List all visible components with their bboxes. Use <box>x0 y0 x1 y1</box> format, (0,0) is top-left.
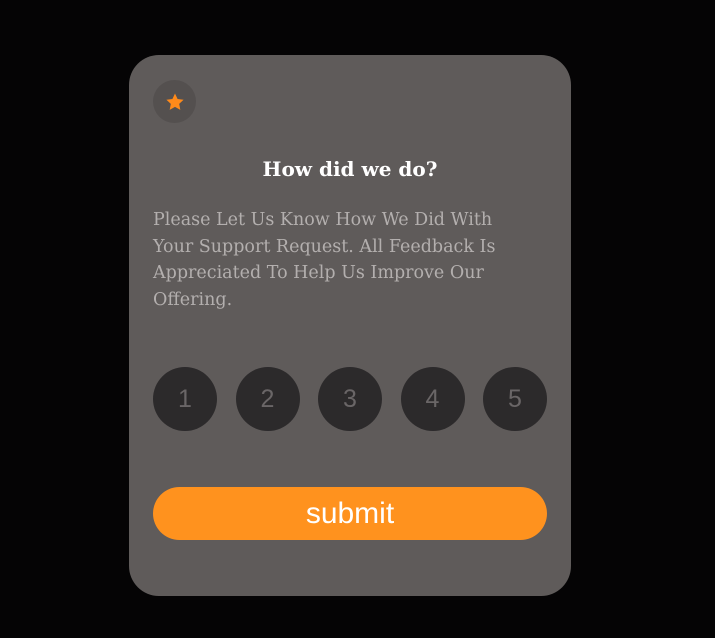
rating-button-4[interactable]: 4 <box>400 367 465 431</box>
submit-button[interactable]: submit <box>153 487 547 540</box>
rating-card: How did we do? Please Let Us Know How We… <box>129 55 571 596</box>
card-title: How did we do? <box>262 157 438 181</box>
rating-button-3[interactable]: 3 <box>318 367 382 431</box>
card-description: Please Let Us Know How We Did With Your … <box>153 210 496 310</box>
rating-button-5[interactable]: 5 <box>483 367 547 431</box>
rating-button-2[interactable]: 2 <box>235 367 300 431</box>
rating-button-1[interactable]: 1 <box>153 367 217 431</box>
star-badge <box>153 80 196 123</box>
star-icon <box>165 93 184 110</box>
rating-options: 1 2 3 4 5 <box>153 367 547 431</box>
